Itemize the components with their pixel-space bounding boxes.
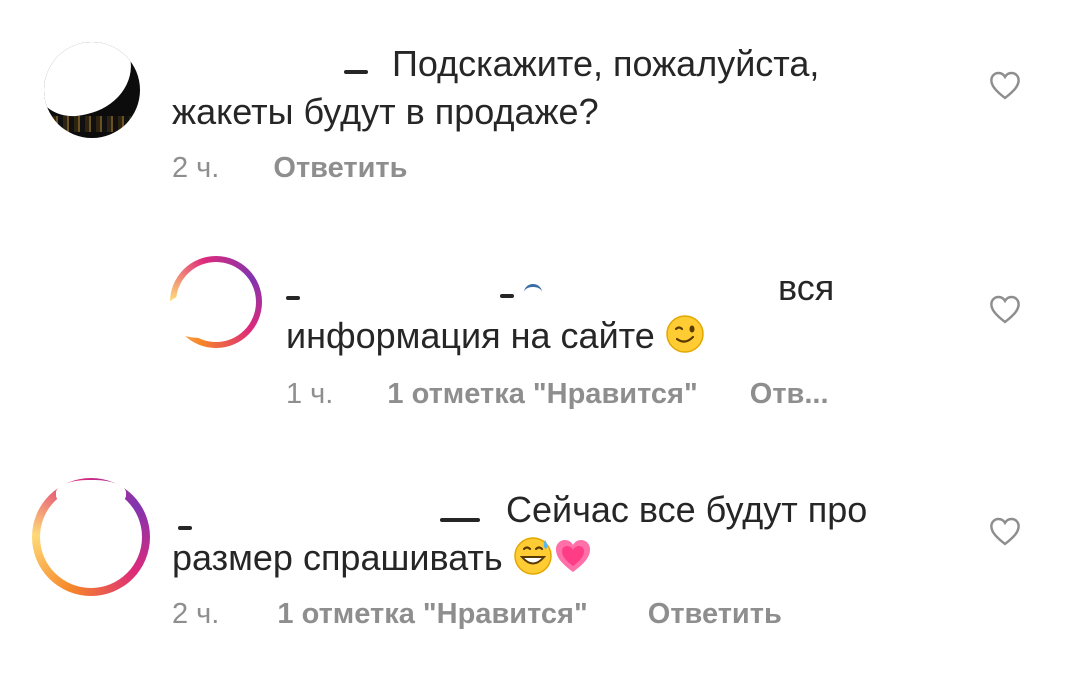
heart-outline-icon [990, 295, 1020, 324]
grinning-sweat-face-emoji [513, 536, 553, 576]
comment-time: 2 ч. [172, 152, 220, 184]
winking-face-emoji [665, 314, 705, 354]
comment-text: информация на сайте [286, 315, 655, 356]
comment-meta: 1 ч. 1 отметка "Нравится" Отв... [286, 378, 829, 411]
avatar-erased-area [164, 292, 244, 338]
avatar[interactable] [44, 42, 140, 138]
avatar-erased-area [44, 42, 140, 124]
comment-meta: 2 ч. Ответить [172, 152, 407, 185]
username-redacted [286, 296, 300, 300]
comment-item: Подскажите, пожалуйста, жакеты будут в п… [0, 0, 1080, 210]
comment-time: 1 ч. [286, 378, 334, 410]
growing-heart-emoji [553, 536, 593, 576]
username-redacted-at [524, 284, 542, 301]
avatar-story-ring[interactable] [164, 256, 262, 348]
like-heart-icon[interactable] [988, 516, 1022, 546]
username-redacted [500, 294, 514, 298]
likes-count-link[interactable]: 1 отметка "Нравится" [387, 378, 697, 410]
reply-button[interactable]: Ответить [273, 152, 407, 184]
comment-text-line2: информация на сайте [286, 314, 705, 358]
likes-count-link[interactable]: 1 отметка "Нравится" [277, 598, 587, 630]
username-redacted [178, 526, 192, 530]
comment-text-line1: Подскажите, пожалуйста, [392, 43, 820, 84]
username-redacted [440, 518, 480, 522]
reply-button[interactable]: Ответить [648, 598, 782, 630]
comment-text-line2: размер спрашивать [172, 536, 593, 580]
comment-time: 2 ч. [172, 598, 220, 630]
comment-meta: 2 ч. 1 отметка "Нравится" Ответить [172, 598, 782, 631]
avatar-erased-area [56, 480, 126, 508]
heart-outline-icon [990, 71, 1020, 100]
avatar-image-detail [52, 116, 132, 132]
avatar-story-ring[interactable] [32, 478, 150, 596]
reply-button[interactable]: Отв... [750, 378, 829, 410]
comment-reply-item: вся информация на сайте 1 ч. 1 отметка "… [0, 230, 1080, 430]
heart-outline-icon [990, 517, 1020, 546]
like-heart-icon[interactable] [988, 70, 1022, 100]
comment-text: размер спрашивать [172, 537, 503, 578]
username-redacted [344, 70, 368, 74]
comment-text-line1: вся [778, 267, 835, 308]
like-heart-icon[interactable] [988, 294, 1022, 324]
comment-text-line1: Сейчас все будут про [506, 489, 868, 530]
comment-item: Сейчас все будут про размер спрашивать 2… [0, 460, 1080, 675]
comment-text-line2: жакеты будут в продаже? [172, 91, 599, 132]
